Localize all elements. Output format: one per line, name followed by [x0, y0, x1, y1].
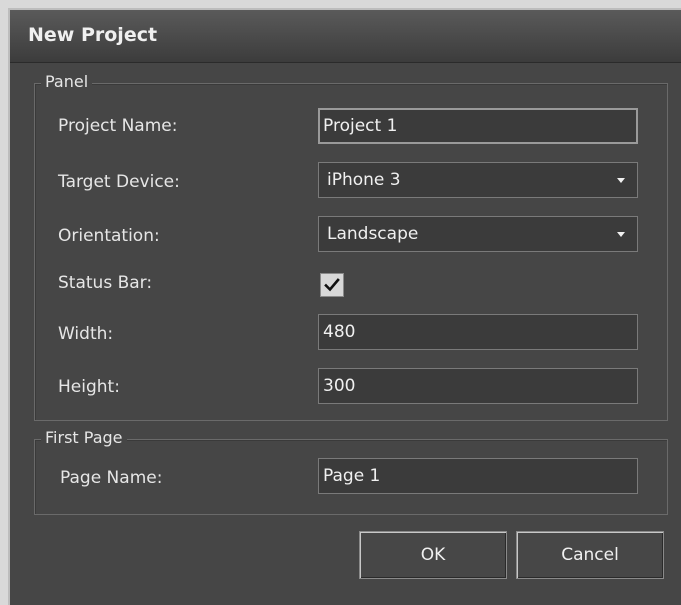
- width-label: Width:: [58, 324, 114, 344]
- target-device-label: Target Device:: [58, 172, 180, 192]
- status-bar-label: Status Bar:: [58, 273, 153, 293]
- height-label: Height:: [58, 377, 120, 397]
- target-device-select[interactable]: iPhone 3: [318, 162, 638, 198]
- orientation-select[interactable]: Landscape: [318, 216, 638, 252]
- ok-button[interactable]: OK: [359, 531, 507, 579]
- chevron-down-icon[interactable]: [617, 178, 625, 183]
- project-name-label: Project Name:: [58, 116, 178, 136]
- new-project-dialog: New Project Panel Project Name: Project …: [8, 8, 681, 605]
- cancel-button[interactable]: Cancel: [516, 531, 664, 579]
- first-page-legend: First Page: [41, 428, 127, 447]
- title-bar[interactable]: New Project: [10, 10, 681, 63]
- height-input[interactable]: 300: [318, 368, 638, 404]
- chevron-down-icon[interactable]: [617, 232, 625, 237]
- checkmark-icon: [324, 278, 340, 292]
- orientation-label: Orientation:: [58, 226, 160, 246]
- panel-legend: Panel: [41, 72, 93, 91]
- width-input[interactable]: 480: [318, 314, 638, 350]
- status-bar-checkbox[interactable]: [320, 273, 344, 297]
- orientation-value: Landscape: [327, 224, 419, 244]
- page-name-input[interactable]: Page 1: [318, 458, 638, 494]
- target-device-value: iPhone 3: [327, 170, 401, 190]
- page-name-label: Page Name:: [60, 468, 163, 488]
- dialog-title: New Project: [28, 24, 158, 46]
- project-name-input[interactable]: Project 1: [318, 108, 638, 144]
